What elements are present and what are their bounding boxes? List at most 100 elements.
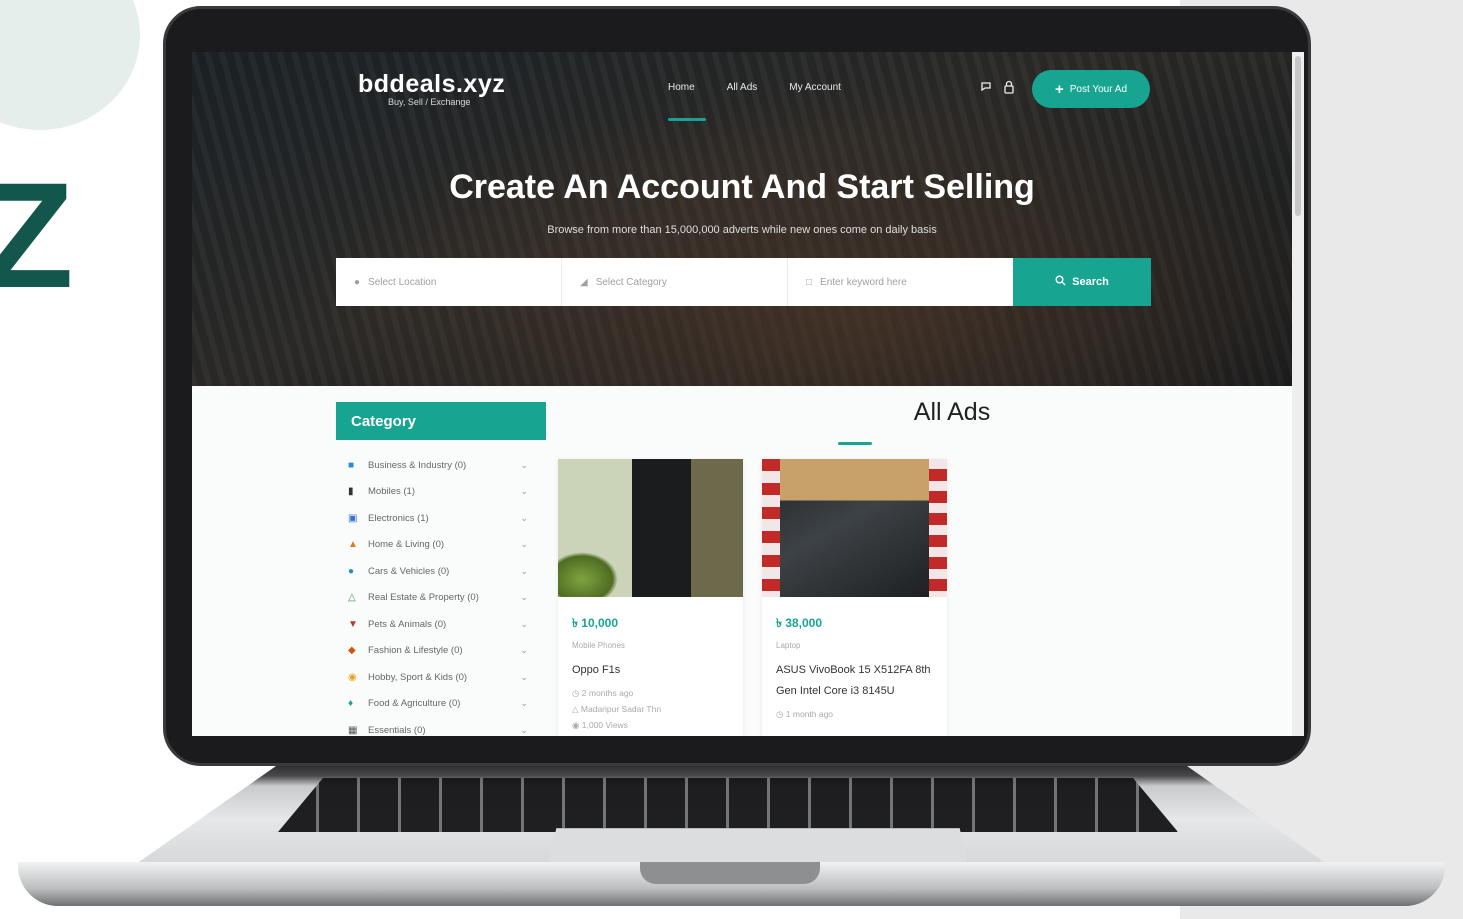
ad-price: ৳ 10,000 [572,616,619,630]
chevron-down-icon[interactable]: ⌄ [520,672,528,683]
keyword-input[interactable]: □ Enter keyword here [788,258,1013,306]
ad-time: ◷ 2 months ago [572,685,729,701]
page-scrollbar[interactable] [1292,52,1304,736]
chevron-down-icon[interactable]: ⌄ [520,566,528,577]
site-logo[interactable]: bddeals.xyz Buy, Sell / Exchange [358,70,505,107]
scrollbar-thumb[interactable] [1295,56,1301,216]
search-button-label: Search [1072,276,1109,288]
category-item[interactable]: ◆ Fashion & Lifestyle (0) ⌄ [336,638,536,665]
ad-meta: ◷ 1 month ago [776,706,933,722]
site-name: bddeals.xyz [358,70,506,98]
ad-image[interactable] [762,459,947,597]
category-header: Category [336,402,546,440]
ad-time-text: 1 month ago [785,708,834,719]
ad-views-text: 1,000 Views [581,720,628,731]
location-pin-icon: ● [354,276,361,288]
nav-my-account-label: My Account [789,82,841,93]
post-ad-label: Post Your Ad [1069,83,1128,95]
ad-title[interactable]: ASUS VivoBook 15 X512FA 8th Gen Intel Co… [776,660,933,702]
hero-section: bddeals.xyz Buy, Sell / Exchange Home Al… [192,52,1292,386]
ad-card-body: ৳ 10,000 Mobile Phones Oppo F1s ◷ 2 mont… [558,597,743,736]
category-item[interactable]: ▲ Home & Living (0) ⌄ [336,532,536,559]
category-item-label: Food & Agriculture (0) [368,698,461,710]
category-item-label: Real Estate & Property (0) [368,592,479,604]
category-item[interactable]: ■ Business & Industry (0) ⌄ [336,452,536,479]
category-item[interactable]: ● Cars & Vehicles (0) ⌄ [336,558,536,585]
laptop-keyboard [278,778,1178,832]
category-item[interactable]: ▮ Mobiles (1) ⌄ [336,479,536,506]
clock-icon: ◷ [572,687,582,698]
category-item-label: Electronics (1) [368,512,429,524]
category-item[interactable]: △ Real Estate & Property (0) ⌄ [336,585,536,612]
monitor-icon: ▣ [348,512,358,524]
backdrop-letter: Z [0,151,74,319]
category-item-label: Hobby, Sport & Kids (0) [368,671,468,683]
clock-icon: ◷ [776,708,786,719]
category-item-label: Cars & Vehicles (0) [368,565,450,577]
paw-icon: ▼ [348,618,358,630]
category-item-label: Pets & Animals (0) [368,618,447,630]
briefcase-icon: ■ [348,459,355,471]
ad-location-text: Madaripur Sadar Thn [580,704,662,715]
category-item[interactable]: ◉ Hobby, Sport & Kids (0) ⌄ [336,664,536,691]
nav-my-account[interactable]: My Account [789,82,841,93]
category-item-label: Essentials (0) [368,724,426,736]
user-icon[interactable] [1002,80,1016,98]
main-nav: Home All Ads My Account [668,82,841,121]
category-item[interactable]: ♦ Food & Agriculture (0) ⌄ [336,691,536,718]
ad-image[interactable] [558,459,743,597]
category-list: ■ Business & Industry (0) ⌄ ▮ Mobiles (1) ⌄ ▣ E… [336,452,536,736]
leaf-icon: ♦ [348,698,354,710]
chevron-down-icon[interactable]: ⌄ [520,725,528,736]
category-item-label: Mobiles (1) [368,486,415,498]
all-ads-title: All Ads [913,398,991,426]
location-select[interactable]: ● Select Location [336,258,562,306]
ad-time: ◷ 1 month ago [776,706,933,722]
chevron-down-icon[interactable]: ⌄ [520,698,528,709]
tag-icon: ◢ [580,276,588,288]
keyword-icon: □ [806,276,813,288]
backdrop-circle [0,0,140,130]
plus-icon: + [1054,80,1064,98]
all-ads-underline [838,442,872,445]
eye-icon: ◉ [572,720,582,731]
chevron-down-icon[interactable]: ⌄ [520,592,528,603]
chevron-down-icon[interactable]: ⌄ [520,619,528,630]
ad-category: Laptop [776,641,801,650]
category-item[interactable]: ▣ Electronics (1) ⌄ [336,505,536,532]
chevron-down-icon[interactable]: ⌄ [520,513,528,524]
chevron-down-icon[interactable]: ⌄ [520,486,528,497]
search-icon [1055,275,1066,289]
category-placeholder: Select Category [595,276,667,288]
chevron-down-icon[interactable]: ⌄ [520,645,528,656]
category-item-label: Fashion & Lifestyle (0) [368,645,463,657]
post-ad-button[interactable]: + Post Your Ad [1032,70,1150,108]
category-item[interactable]: ▦ Essentials (0) ⌄ [336,717,536,736]
chevron-down-icon[interactable]: ⌄ [520,539,528,550]
car-icon: ● [348,565,355,577]
nav-home-label: Home [668,82,695,93]
ad-card[interactable]: ৳ 10,000 Mobile Phones Oppo F1s ◷ 2 mont… [558,459,743,736]
ad-title[interactable]: Oppo F1s [572,660,729,681]
nav-all-ads-label: All Ads [726,82,758,93]
ad-meta: ◷ 2 months ago △ Madaripur Sadar Thn ◉ 1… [572,685,729,733]
ad-views: ◉ 1,000 Views [572,717,729,733]
ball-icon: ◉ [348,671,357,683]
chevron-down-icon[interactable]: ⌄ [520,460,528,471]
search-button[interactable]: Search [1013,258,1151,306]
home-icon: ▲ [348,539,358,551]
ad-price: ৳ 38,000 [776,616,823,630]
nav-home[interactable]: Home [668,82,706,121]
category-select[interactable]: ◢ Select Category [562,258,788,306]
category-item-label: Business & Industry (0) [368,459,467,471]
ad-card[interactable]: ৳ 38,000 Laptop ASUS VivoBook 15 X512FA … [762,459,947,736]
chat-icon[interactable] [980,80,994,98]
phone-icon: ▮ [348,486,354,498]
laptop-base [18,764,1445,909]
location-icon: △ [572,704,581,715]
hero-subtitle: Browse from more than 15,000,000 adverts… [547,224,937,236]
category-item[interactable]: ▼ Pets & Animals (0) ⌄ [336,611,536,638]
laptop-trackpad [548,828,968,864]
laptop-screen: bddeals.xyz Buy, Sell / Exchange Home Al… [192,52,1304,736]
nav-all-ads[interactable]: All Ads [727,82,758,93]
